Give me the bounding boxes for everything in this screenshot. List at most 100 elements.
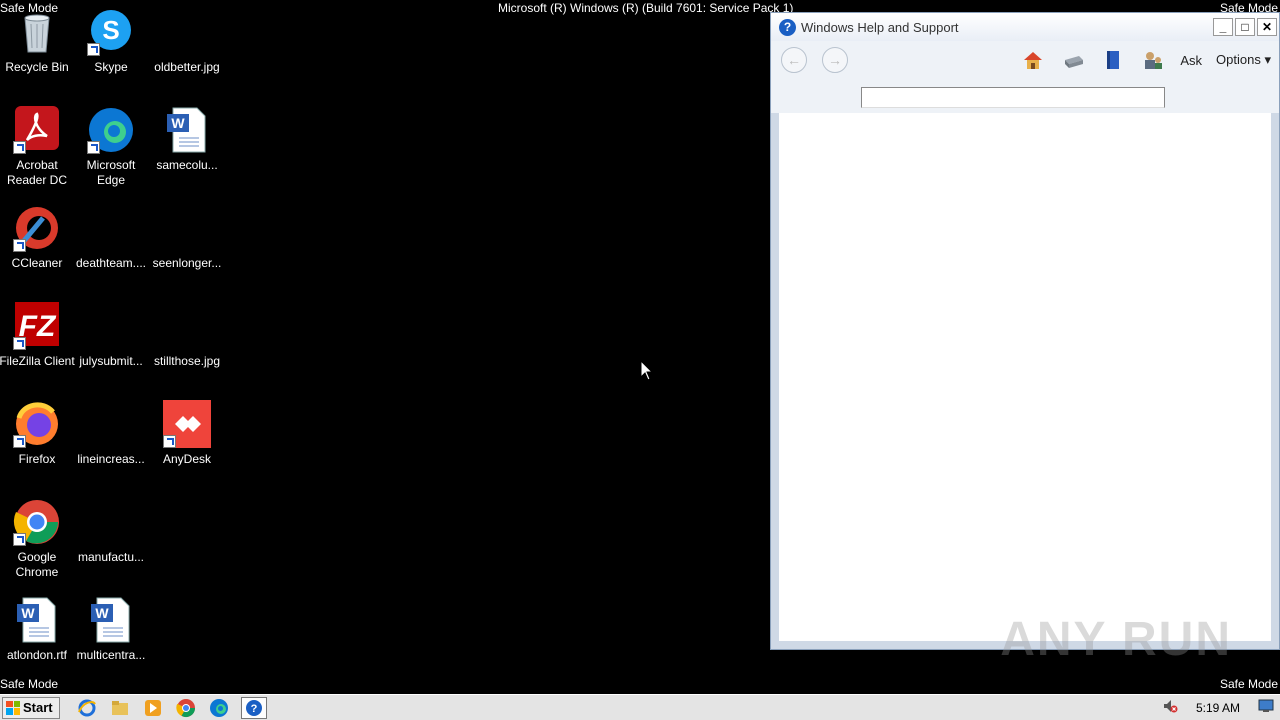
svg-text:S: S <box>102 15 119 45</box>
desktop-icon-oldbetter[interactable]: oldbetter.jpg <box>149 8 225 75</box>
desktop-icon-label: julysubmit... <box>79 354 143 368</box>
anydesk-icon <box>163 400 211 448</box>
desktop-icon-label: manufactu... <box>77 550 145 564</box>
desktop-icon-label: Acrobat Reader DC <box>6 158 68 187</box>
blank-file-icon <box>87 204 135 252</box>
desktop-icon-ccleaner[interactable]: CCleaner <box>0 204 75 271</box>
edge-icon <box>87 106 135 154</box>
desktop-icon-deathteam[interactable]: deathteam.... <box>73 204 149 271</box>
desktop-icon-multicentra[interactable]: W multicentra... <box>73 596 149 663</box>
desktop-icon-seenlonger[interactable]: seenlonger... <box>149 204 225 271</box>
safe-mode-label-bottom-right: Safe Mode <box>1219 677 1278 691</box>
blank-file-icon <box>87 302 135 350</box>
svg-text:?: ? <box>250 703 257 715</box>
blank-file-icon <box>87 498 135 546</box>
desktop-icon-edge[interactable]: Microsoft Edge <box>73 106 149 188</box>
help-icon: ? <box>779 18 796 36</box>
desktop-icon-label: Recycle Bin <box>5 60 69 74</box>
desktop-icon-label: oldbetter.jpg <box>154 60 220 74</box>
window-titlebar[interactable]: ? Windows Help and Support _ □ ✕ <box>771 13 1279 41</box>
desktop-icon-label: AnyDesk <box>162 452 212 466</box>
desktop-icon-atlondon[interactable]: W atlondon.rtf <box>0 596 75 663</box>
close-button[interactable]: ✕ <box>1257 18 1277 36</box>
desktop-icon-label: Google Chrome <box>15 550 59 579</box>
skype-icon: S <box>87 8 135 56</box>
windows-logo-icon <box>6 700 20 715</box>
system-tray: 5:19 AM <box>1162 698 1274 717</box>
desktop-icon-label: Microsoft Edge <box>86 158 136 187</box>
filezilla-icon: FZ <box>13 302 61 350</box>
desktop-icon-label: samecolu... <box>156 158 218 172</box>
desktop-icon-anydesk[interactable]: AnyDesk <box>149 400 225 467</box>
desktop-icon-stillthose[interactable]: stillthose.jpg <box>149 302 225 369</box>
svg-text:W: W <box>95 605 109 621</box>
os-build-label: Microsoft (R) Windows (R) (Build 7601: S… <box>498 1 794 15</box>
print-icon[interactable] <box>1060 47 1086 73</box>
word-doc-icon: W <box>163 106 211 154</box>
desktop-icon-firefox[interactable]: Firefox <box>0 400 75 467</box>
desktop-icon-label: deathteam.... <box>75 256 147 270</box>
desktop-icon-label: lineincreas... <box>77 452 145 466</box>
minimize-button[interactable]: _ <box>1213 18 1233 36</box>
word-doc-icon: W <box>13 596 61 644</box>
clock[interactable]: 5:19 AM <box>1196 701 1240 715</box>
help-toolbar: ← → Ask Options ▾ <box>771 41 1279 79</box>
chrome-icon <box>13 498 61 546</box>
desktop-icon-filezilla[interactable]: FZ FileZilla Client <box>0 302 75 369</box>
image-file-icon <box>163 302 211 350</box>
blank-file-icon <box>163 204 211 252</box>
desktop-icon-label: stillthose.jpg <box>153 354 221 368</box>
options-button[interactable]: Options ▾ <box>1216 52 1271 68</box>
chrome-icon[interactable] <box>175 697 197 719</box>
watermark-text: ANY RUN <box>1000 613 1232 666</box>
desktop-icon-chrome[interactable]: Google Chrome <box>0 498 75 580</box>
ask-button[interactable]: Ask <box>1180 53 1202 68</box>
browse-help-icon[interactable] <box>1100 47 1126 73</box>
svg-text:W: W <box>21 605 35 621</box>
desktop-icon-label: atlondon.rtf <box>6 648 68 662</box>
explorer-folder-icon[interactable] <box>109 697 131 719</box>
volume-muted-icon[interactable] <box>1162 698 1178 717</box>
show-desktop-icon[interactable] <box>1258 699 1274 716</box>
internet-explorer-icon[interactable] <box>76 697 98 719</box>
desktop-icon-label: seenlonger... <box>152 256 222 270</box>
anyrun-watermark: ANY RUN <box>1000 612 1232 667</box>
edge-icon[interactable] <box>208 697 230 719</box>
desktop-icon-skype[interactable]: S Skype <box>73 8 149 75</box>
svg-text:W: W <box>171 115 185 131</box>
ccleaner-icon <box>13 204 61 252</box>
search-row <box>771 79 1279 113</box>
desktop-icon-label: Skype <box>94 60 128 74</box>
taskbar: Start ? 5:19 AM <box>0 694 1280 720</box>
safe-mode-label-bottom-left: Safe Mode <box>0 677 59 691</box>
desktop-icon-julysubmit[interactable]: julysubmit... <box>73 302 149 369</box>
mouse-cursor-icon <box>640 359 654 387</box>
recycle-bin-icon <box>13 8 61 56</box>
desktop-icon-recycle-bin[interactable]: Recycle Bin <box>0 8 75 75</box>
back-button[interactable]: ← <box>781 47 807 73</box>
blank-file-icon <box>87 400 135 448</box>
desktop-icon-label: multicentra... <box>76 648 146 662</box>
desktop-icon-label: Firefox <box>18 452 56 466</box>
maximize-button[interactable]: □ <box>1235 18 1255 36</box>
firefox-icon <box>13 400 61 448</box>
search-help-input[interactable] <box>861 87 1165 108</box>
help-icon: ? <box>245 699 262 716</box>
media-player-icon[interactable] <box>142 697 164 719</box>
help-support-taskbar-button[interactable]: ? <box>240 696 267 719</box>
ask-icon[interactable] <box>1140 47 1166 73</box>
acrobat-icon <box>13 106 61 154</box>
options-label: Options <box>1216 52 1261 67</box>
chevron-down-icon: ▾ <box>1264 52 1271 67</box>
desktop-icon-label: CCleaner <box>11 256 63 270</box>
desktop-icon-lineincreas[interactable]: lineincreas... <box>73 400 149 467</box>
forward-button[interactable]: → <box>822 47 848 73</box>
desktop-icon-acrobat[interactable]: Acrobat Reader DC <box>0 106 75 188</box>
desktop-icon-manufactu[interactable]: manufactu... <box>73 498 149 565</box>
help-content-area <box>779 113 1271 641</box>
start-button[interactable]: Start <box>2 696 60 719</box>
window-title: Windows Help and Support <box>801 19 959 35</box>
help-support-window: ? Windows Help and Support _ □ ✕ ← → Ask… <box>770 12 1280 650</box>
home-icon[interactable] <box>1020 47 1046 73</box>
desktop-icon-samecolu[interactable]: W samecolu... <box>149 106 225 173</box>
